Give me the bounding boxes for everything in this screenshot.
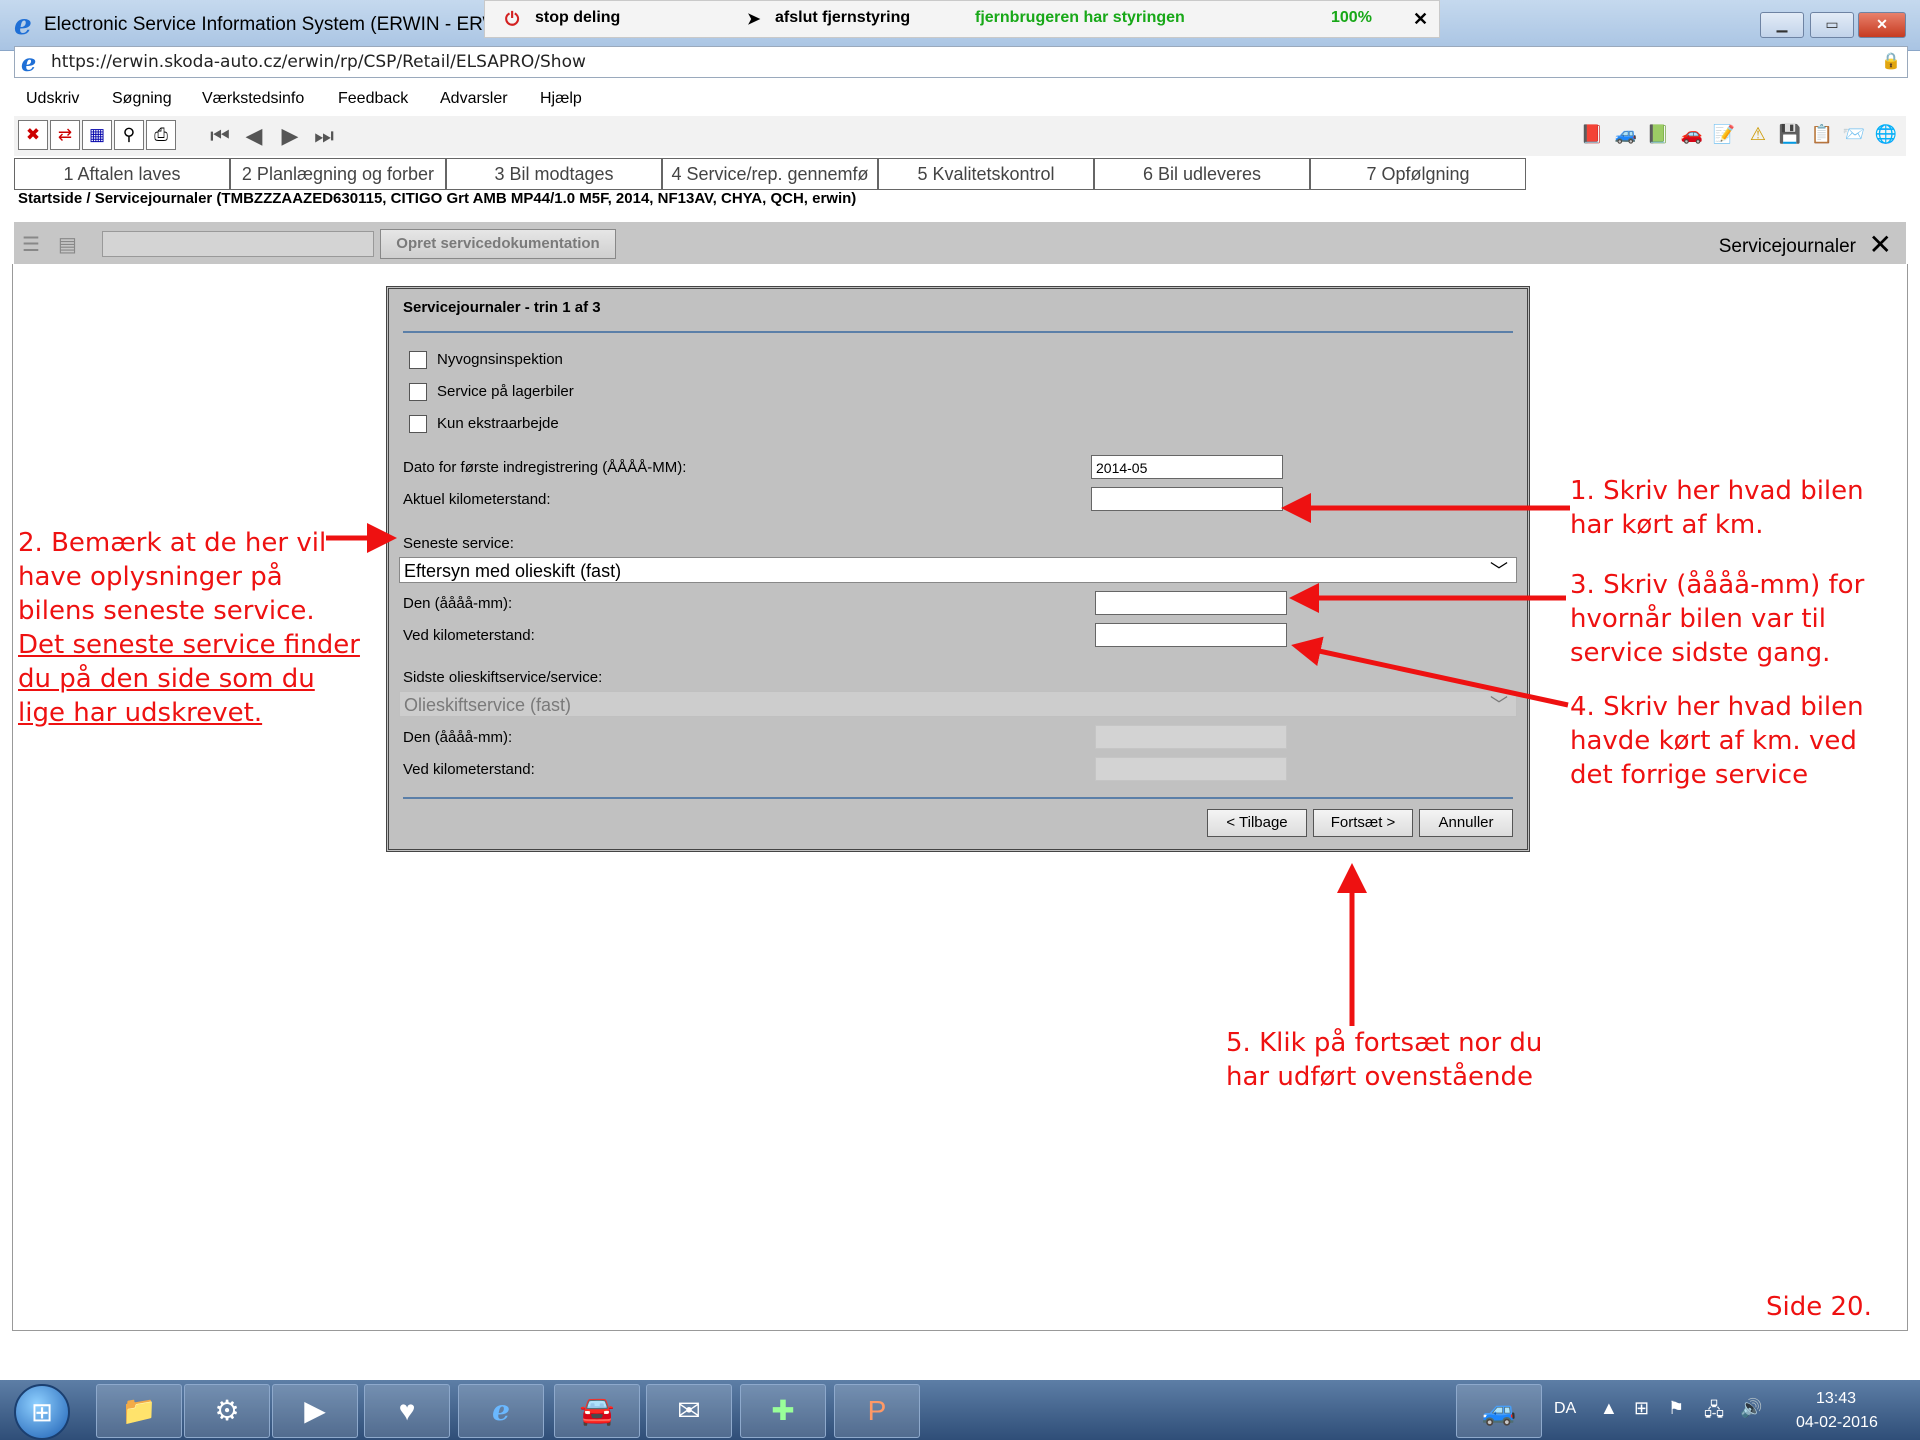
note-1-line: har kørt af km.: [1570, 510, 1764, 540]
speaker-icon[interactable]: 🔊: [1740, 1398, 1762, 1419]
language-indicator[interactable]: DA: [1554, 1400, 1576, 1418]
clock-date[interactable]: 04-02-2016: [1796, 1414, 1878, 1432]
arrow-4: [1291, 636, 1569, 708]
network-icon[interactable]: 🖧: [1704, 1398, 1724, 1428]
explorer-icon[interactable]: 📁: [96, 1384, 182, 1438]
note-3-line: service sidste gang.: [1570, 638, 1831, 668]
note-4: 4. Skriv her hvad bilen havde kørt af km…: [1570, 690, 1864, 792]
note-2-underlined-line: lige har udskrevet.: [18, 698, 263, 728]
note-5: 5. Klik på fortsæt nor du har udført ove…: [1226, 1026, 1542, 1094]
note-1-line: 1. Skriv her hvad bilen: [1570, 476, 1864, 506]
note-5-line: har udført ovenstående: [1226, 1062, 1533, 1092]
start-button[interactable]: ⊞: [14, 1384, 70, 1440]
outlook-icon[interactable]: ✉: [646, 1384, 732, 1438]
note-5-line: 5. Klik på fortsæt nor du: [1226, 1028, 1543, 1058]
windows-icon[interactable]: ⊞: [1634, 1398, 1649, 1419]
flag-icon[interactable]: ⚑: [1668, 1398, 1684, 1419]
add-monitor-icon[interactable]: ✚: [740, 1384, 826, 1438]
note-4-line: 4. Skriv her hvad bilen: [1570, 692, 1864, 722]
note-2-underlined-line: du på den side som du: [18, 664, 315, 694]
note-3-line: 3. Skriv (åååå-mm) for: [1570, 570, 1865, 600]
note-2-line: have oplysninger på: [18, 562, 283, 592]
note-2-line: bilens seneste service.: [18, 596, 315, 626]
chevron-up-icon[interactable]: ▲: [1600, 1398, 1618, 1419]
note-4-line: havde kørt af km. ved: [1570, 726, 1857, 756]
app-icon[interactable]: ⚙: [184, 1384, 270, 1438]
note-4-line: det forrige service: [1570, 760, 1809, 790]
powerpoint-icon[interactable]: P: [834, 1384, 920, 1438]
note-1: 1. Skriv her hvad bilen har kørt af km.: [1570, 474, 1864, 542]
car-app-icon[interactable]: 🚘: [554, 1384, 640, 1438]
note-3: 3. Skriv (åååå-mm) for hvornår bilen var…: [1570, 568, 1864, 670]
internet-explorer-task-icon[interactable]: e: [458, 1384, 544, 1438]
note-2: 2. Bemærk at de her vil have oplysninger…: [18, 526, 360, 730]
note-2-line: 2. Bemærk at de her vil: [18, 528, 327, 558]
media-player-icon[interactable]: ▶: [272, 1384, 358, 1438]
page-number: Side 20.: [1766, 1292, 1872, 1322]
remote-support-icon[interactable]: ♥: [364, 1384, 450, 1438]
clock-time[interactable]: 13:43: [1816, 1390, 1856, 1408]
taskbar: ⊞ 📁 ⚙ ▶ ♥ e 🚘 ✉ ✚ P 🚙 DA ▲ ⊞ ⚑ 🖧 🔊 13:43…: [0, 1380, 1920, 1440]
note-3-line: hvornår bilen var til: [1570, 604, 1826, 634]
notification-car-icon[interactable]: 🚙: [1456, 1384, 1542, 1438]
note-2-underlined-line: Det seneste service finder: [18, 630, 360, 660]
